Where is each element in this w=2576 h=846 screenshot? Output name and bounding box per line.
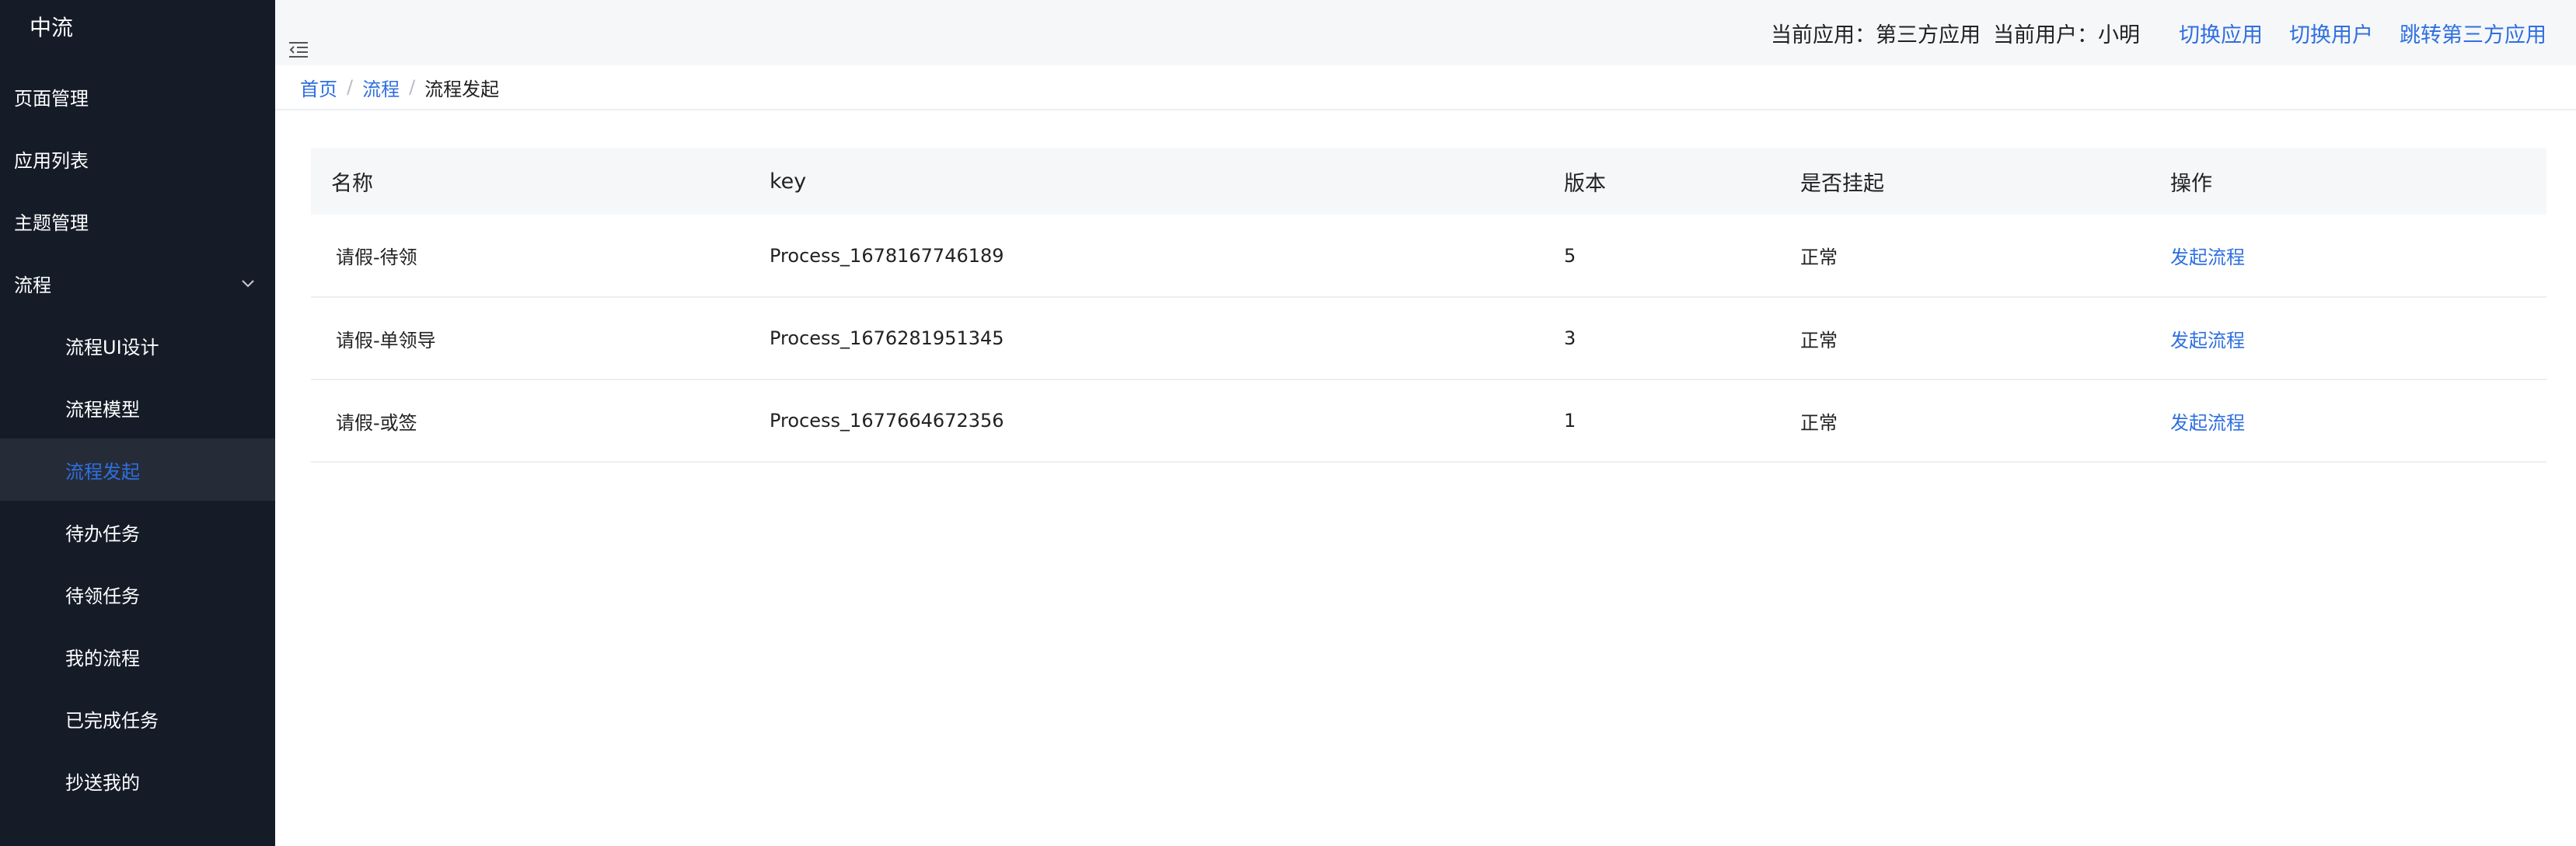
breadcrumb-home[interactable]: 首页	[300, 74, 337, 101]
switch-app-link[interactable]: 切换应用	[2179, 18, 2263, 48]
sidebar-item-cc-to-me[interactable]: 抄送我的	[0, 750, 275, 812]
menu-fold-icon[interactable]	[288, 40, 309, 59]
current-user-label: 当前用户：小明	[1993, 23, 2140, 47]
cell-name: 请假-或签	[336, 411, 417, 434]
cell-key: Process_1676281951345	[770, 327, 1004, 349]
sidebar-item-label: 已完成任务	[65, 709, 159, 732]
cell-key: Process_1677664672356	[770, 410, 1004, 432]
sidebar-item-label: 流程	[14, 274, 51, 296]
sidebar-item-label: 待办任务	[65, 523, 140, 545]
cell-state: 正常	[1800, 411, 1838, 434]
app-logo: 中流	[30, 15, 74, 40]
sidebar-item-label: 流程发起	[65, 460, 140, 483]
breadcrumb: 首页 / 流程 / 流程发起	[275, 65, 2576, 110]
cell-name: 请假-单领导	[336, 329, 436, 351]
cell-key: Process_1678167746189	[770, 244, 1004, 267]
sidebar-item-label: 流程UI设计	[65, 336, 159, 358]
sidebar-item-my-processes[interactable]: 我的流程	[0, 625, 275, 687]
breadcrumb-separator: /	[409, 76, 416, 98]
sidebar-item-completed-tasks[interactable]: 已完成任务	[0, 687, 275, 750]
table-row: 请假-单领导 Process_1676281951345 3 正常 发起流程	[311, 297, 2546, 379]
table-row: 请假-或签 Process_1677664672356 1 正常 发起流程	[311, 379, 2546, 462]
breadcrumb-separator: /	[347, 76, 354, 98]
sidebar-item-label: 我的流程	[65, 647, 140, 669]
sidebar-item-label: 待领任务	[65, 585, 140, 607]
start-process-link[interactable]: 发起流程	[2170, 412, 2245, 434]
sidebar-menu: 页面管理 应用列表 主题管理 流程 流程UI设计 流程模型 流程发起 待办任务 …	[0, 65, 275, 812]
cell-state: 正常	[1800, 329, 1838, 351]
chevron-down-icon	[242, 280, 254, 288]
switch-user-link[interactable]: 切换用户	[2289, 18, 2373, 48]
process-table: 名称 key 版本 是否挂起 操作 请假-待领 Process_16781677…	[311, 148, 2546, 463]
sidebar-item-process-ui-design[interactable]: 流程UI设计	[0, 314, 275, 376]
sidebar-item-process[interactable]: 流程	[0, 252, 275, 314]
sidebar-item-todo-tasks[interactable]: 待办任务	[0, 501, 275, 563]
current-app-label: 当前应用：第三方应用	[1771, 23, 1981, 47]
column-header-actions: 操作	[2170, 171, 2212, 196]
sidebar-item-label: 应用列表	[14, 149, 89, 172]
sidebar-item-label: 抄送我的	[65, 771, 140, 794]
jump-third-party-link[interactable]: 跳转第三方应用	[2400, 18, 2546, 48]
sidebar-item-page-management[interactable]: 页面管理	[0, 65, 275, 128]
breadcrumb-current: 流程发起	[424, 78, 500, 100]
sidebar-item-label: 页面管理	[14, 87, 89, 110]
sidebar-item-theme-management[interactable]: 主题管理	[0, 190, 275, 252]
column-header-suspended: 是否挂起	[1800, 171, 1884, 196]
top-header: 当前应用：第三方应用 当前用户：小明 切换应用 切换用户 跳转第三方应用	[275, 0, 2576, 65]
start-process-link[interactable]: 发起流程	[2170, 246, 2245, 268]
cell-name: 请假-待领	[336, 246, 417, 268]
table-row: 请假-待领 Process_1678167746189 5 正常 发起流程	[311, 215, 2546, 297]
process-table-container: 名称 key 版本 是否挂起 操作 请假-待领 Process_16781677…	[311, 148, 2546, 463]
sidebar: 中流 页面管理 应用列表 主题管理 流程 流程UI设计 流程模型 流程发起 待办…	[0, 0, 275, 846]
column-header-name: 名称	[331, 171, 373, 196]
start-process-link[interactable]: 发起流程	[2170, 330, 2245, 351]
sidebar-item-label: 流程模型	[65, 398, 140, 421]
cell-version: 3	[1564, 327, 1576, 349]
cell-version: 1	[1564, 410, 1576, 432]
column-header-version: 版本	[1564, 171, 1606, 196]
header-right: 当前应用：第三方应用 当前用户：小明 切换应用 切换用户 跳转第三方应用	[1771, 0, 2546, 65]
sidebar-item-label: 主题管理	[14, 212, 89, 234]
breadcrumb-process[interactable]: 流程	[362, 74, 400, 101]
column-header-key: key	[770, 169, 807, 194]
cell-state: 正常	[1800, 246, 1838, 268]
sidebar-item-claimable-tasks[interactable]: 待领任务	[0, 563, 275, 625]
table-header-row: 名称 key 版本 是否挂起 操作	[311, 148, 2546, 215]
app-root: 中流 页面管理 应用列表 主题管理 流程 流程UI设计 流程模型 流程发起 待办…	[0, 0, 2576, 846]
sidebar-item-app-list[interactable]: 应用列表	[0, 128, 275, 190]
sidebar-item-process-start[interactable]: 流程发起	[0, 439, 275, 501]
sidebar-item-process-model[interactable]: 流程模型	[0, 376, 275, 439]
cell-version: 5	[1564, 244, 1576, 267]
